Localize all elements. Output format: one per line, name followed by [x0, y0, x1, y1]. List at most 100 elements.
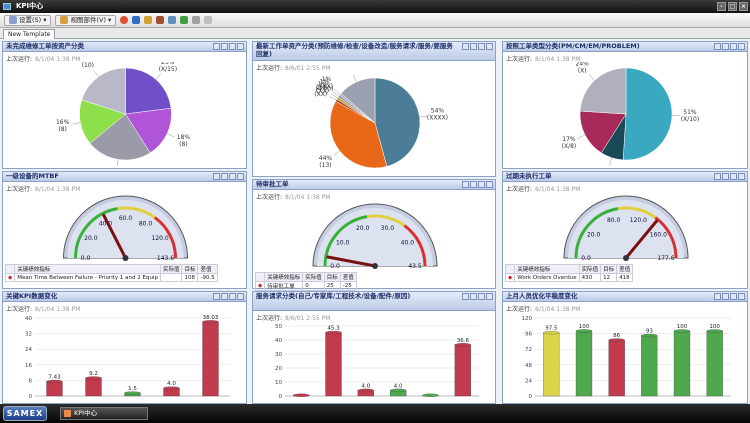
table-row[interactable]: ◆ 待审批工单 0 25 -25 — [254, 281, 357, 291]
panel-title: 一级设备的MTBF — [6, 172, 59, 180]
gauge-tick-label: 120.0 — [630, 217, 647, 224]
pie-slice-label: 51% — [683, 109, 697, 116]
panel-close-icon[interactable] — [486, 43, 493, 50]
panel-maximize-icon[interactable] — [730, 43, 737, 50]
panel-close-icon[interactable] — [237, 293, 244, 300]
panel-header[interactable]: 待审批工单 — [253, 180, 495, 190]
bar — [202, 321, 219, 397]
panel-restore-icon[interactable] — [470, 293, 477, 300]
bar-value-label: 36.6 — [457, 338, 470, 344]
minimize-icon[interactable]: - — [717, 2, 726, 11]
panel-title: 按照工单类型分类(PM/CM/EM/PROBLEM) — [506, 42, 640, 50]
panel-maximize-icon[interactable] — [730, 173, 737, 180]
panel-header[interactable]: 未完成维修工单按资产分类 — [3, 42, 246, 52]
chart-icon[interactable] — [132, 16, 141, 24]
tools-icon[interactable] — [156, 16, 165, 24]
panel-maximize-icon[interactable] — [478, 43, 485, 50]
pie-leader-line — [155, 73, 162, 80]
bar-y-tick-label: 48 — [525, 363, 532, 369]
panel-minimize-icon[interactable] — [213, 43, 220, 50]
link-icon[interactable] — [192, 16, 201, 24]
table-header-cell: 关键绩效指标 — [14, 264, 161, 274]
tab-new-template[interactable]: New Template — [3, 29, 56, 39]
panel-header[interactable]: 上月人员优化平稳度变化 — [503, 292, 747, 302]
panel-maximize-icon[interactable] — [229, 293, 236, 300]
bar-y-tick-label: 24 — [25, 347, 32, 353]
view-icon — [60, 16, 69, 24]
panel-header[interactable]: 过期未执行工单 — [503, 172, 747, 182]
panel-restore-icon[interactable] — [221, 293, 228, 300]
panel-header[interactable]: 服务请求分类(自己/专家库/工程技术/设备/配件/原因) — [253, 292, 495, 311]
panel-close-icon[interactable] — [738, 43, 745, 50]
pie-slice-value: (XXX) — [340, 72, 357, 73]
bar — [46, 381, 63, 397]
view-menu-button[interactable]: 视图部件(V) ▾ — [55, 14, 117, 26]
panel-close-icon[interactable] — [486, 181, 493, 188]
panel-close-icon[interactable] — [738, 293, 745, 300]
panel-minimize-icon[interactable] — [462, 293, 469, 300]
panel-close-icon[interactable] — [738, 173, 745, 180]
panel-controls — [213, 293, 244, 300]
maximize-icon[interactable]: □ — [728, 2, 737, 11]
table-row[interactable]: ◆ Mean Time Between Failure - Priority 1 … — [4, 273, 218, 282]
bar-top — [293, 393, 310, 397]
panel-minimize-icon[interactable] — [714, 173, 721, 180]
edit-icon[interactable] — [144, 16, 153, 24]
panel-minimize-icon[interactable] — [213, 173, 220, 180]
panel-restore-icon[interactable] — [722, 173, 729, 180]
bar — [454, 344, 471, 397]
delete-icon[interactable] — [204, 16, 213, 24]
panel-header[interactable]: 最新工作单资产分类(预防维修/检查/设备改造/服务请求/服务/要服务回复) — [253, 42, 495, 61]
panel-restore-icon[interactable] — [722, 43, 729, 50]
table-row[interactable]: ◆ Work Orders Overdue 430 12 418 — [504, 273, 634, 282]
tab-bar: New Template — [0, 28, 750, 39]
panel-restore-icon[interactable] — [470, 43, 477, 50]
panel-restore-icon[interactable] — [221, 173, 228, 180]
panel-restore-icon[interactable] — [470, 181, 477, 188]
layout-icon[interactable] — [168, 16, 177, 24]
bar — [608, 339, 625, 397]
panel-close-icon[interactable] — [486, 293, 493, 300]
pie-slice-label: 44% — [319, 155, 333, 162]
app-task-icon — [64, 410, 71, 417]
panel-close-icon[interactable] — [237, 43, 244, 50]
pie-slice-value: (X) — [578, 67, 587, 74]
panel-header[interactable]: 按照工单类型分类(PM/CM/EM/PROBLEM) — [503, 42, 747, 52]
pie-slice-value: (8) — [58, 126, 67, 133]
bar-y-tick-label: 0 — [529, 394, 533, 400]
panel-minimize-icon[interactable] — [714, 43, 721, 50]
table-cell — [159, 273, 183, 282]
bar-y-tick-label: 120 — [522, 316, 533, 322]
panel-maximize-icon[interactable] — [229, 173, 236, 180]
gauge-tick-label: 80.0 — [607, 217, 621, 224]
panel-restore-icon[interactable] — [221, 43, 228, 50]
panel-minimize-icon[interactable] — [462, 181, 469, 188]
panel-close-icon[interactable] — [237, 173, 244, 180]
close-icon[interactable]: × — [739, 2, 748, 11]
panel-minimize-icon[interactable] — [462, 43, 469, 50]
gauge-tick-label: 0.0 — [581, 255, 591, 262]
panel-restore-icon[interactable] — [722, 293, 729, 300]
gauge: 0.0 10.0 20.0 30.0 40.0 43.5 — [312, 203, 438, 270]
kpi-table: 关键绩效指标 实际值 目标 差值 ◆ Work Orders Overdue 430 12 41… — [504, 264, 634, 282]
panel-maximize-icon[interactable] — [730, 293, 737, 300]
panel-maximize-icon[interactable] — [229, 43, 236, 50]
panel-minimize-icon[interactable] — [714, 293, 721, 300]
gauge-tick-label: 20.0 — [84, 235, 98, 242]
pie-slice-label: 17% — [562, 136, 576, 143]
panel-header[interactable]: 关键KPI数据变化 — [3, 292, 246, 302]
gauge-tick-label: 30.0 — [381, 225, 395, 232]
settings-menu-button[interactable]: 设置(S) ▾ — [4, 14, 52, 26]
samex-logo[interactable]: SAMEX — [3, 406, 47, 421]
panel-header[interactable]: 一级设备的MTBF — [3, 172, 246, 182]
refresh-icon[interactable] — [120, 16, 129, 24]
window-controls: - □ × — [717, 2, 748, 11]
bar-chart-icon[interactable] — [180, 16, 189, 24]
pie-leader-line — [117, 159, 119, 166]
panel-maximize-icon[interactable] — [478, 181, 485, 188]
pie-slice-label: 54% — [431, 108, 445, 115]
table-cell: 0 — [302, 281, 325, 291]
panel-minimize-icon[interactable] — [213, 293, 220, 300]
panel-maximize-icon[interactable] — [478, 293, 485, 300]
taskbar-app-button[interactable]: KPI中心 — [60, 407, 148, 420]
